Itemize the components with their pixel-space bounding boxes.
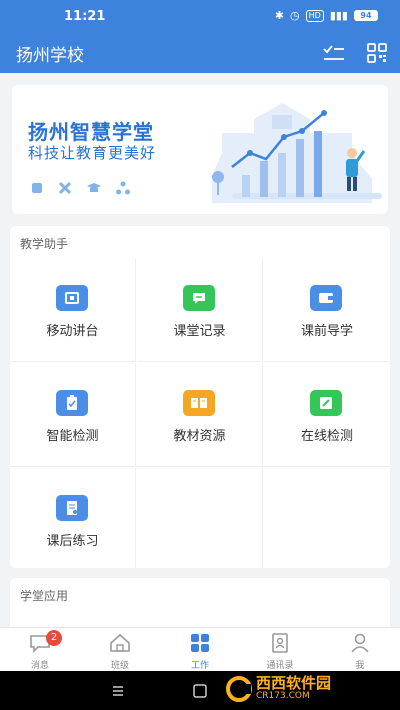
- status-time: 11:21: [64, 9, 106, 24]
- grid-item-label: 课堂记录: [173, 324, 226, 339]
- banner-icons: [30, 181, 130, 195]
- scan-button[interactable]: [365, 41, 389, 65]
- status-bar: 11:21 ✱ ◷ HD ▮▮▮ 94: [0, 0, 400, 33]
- menu-icon: [113, 686, 123, 696]
- wallet-icon: [310, 285, 342, 311]
- tab-label: 消息: [30, 661, 49, 671]
- tab-label: 工作: [190, 661, 209, 671]
- grid-item-label: 移动讲台: [46, 324, 99, 339]
- board-icon: [56, 285, 88, 311]
- tab-me[interactable]: 我: [320, 628, 400, 672]
- book-icon: [183, 390, 215, 416]
- tools-icon: [58, 181, 72, 195]
- contacts-icon: [268, 632, 292, 654]
- grid-item-smart-test[interactable]: 智能检测: [10, 363, 136, 467]
- grid-item-mobile-podium[interactable]: 移动讲台: [10, 258, 136, 362]
- section-title: 学堂应用: [20, 589, 69, 603]
- banner-subtitle: 科技让教育更美好: [28, 144, 157, 162]
- tab-label: 我: [355, 661, 365, 671]
- section-title: 教学助手: [20, 237, 69, 251]
- grid-item-label: 教材资源: [173, 429, 226, 444]
- grid-item-label: 在线检测: [300, 429, 353, 444]
- alarm-icon: ◷: [290, 9, 300, 22]
- document-icon: [56, 495, 88, 521]
- tab-contacts[interactable]: 通讯录: [240, 628, 320, 672]
- tab-class[interactable]: 班级: [80, 628, 160, 672]
- banner-title: 扬州智慧学堂: [28, 120, 154, 144]
- home-square-icon: [193, 684, 207, 698]
- grid-item-label: 课前导学: [300, 324, 353, 339]
- system-nav-bar: 西西软件园 CR173.COM: [0, 671, 400, 710]
- tab-work[interactable]: 工作: [160, 628, 240, 672]
- unread-badge: 2: [46, 630, 62, 646]
- tab-label: 班级: [110, 661, 129, 671]
- bottom-tab-bar: 2 消息 班级 工作 通讯录 我: [0, 627, 400, 671]
- grid-icon: [188, 632, 212, 654]
- grid-item-textbook-resources[interactable]: 教材资源: [137, 363, 263, 467]
- graduation-cap-icon: [87, 183, 101, 192]
- page-title: 扬州学校: [16, 46, 84, 66]
- app-header: 扬州学校: [0, 33, 400, 73]
- home-button[interactable]: [189, 680, 211, 702]
- grid-item-label: 智能检测: [46, 429, 99, 444]
- hd-icon: HD: [305, 9, 324, 22]
- grid-item-class-record[interactable]: 课堂记录: [137, 258, 263, 362]
- bluetooth-icon: ✱: [274, 9, 285, 22]
- grid-item-homework[interactable]: 课后练习: [10, 468, 136, 568]
- grid-item-label: 课后练习: [46, 534, 99, 549]
- menu-button[interactable]: [107, 680, 129, 702]
- tab-messages[interactable]: 2 消息: [0, 628, 80, 672]
- grid-item-online-test[interactable]: 在线检测: [264, 363, 390, 467]
- signal-icon: ▮▮▮: [329, 9, 348, 22]
- puzzle-icon: [32, 183, 42, 193]
- watermark-brand: 西西软件园: [256, 674, 332, 693]
- qr-scan-icon: [367, 43, 387, 63]
- banner[interactable]: 扬州智慧学堂 科技让教育更美好: [12, 85, 388, 214]
- teaching-assistant-card: 教学助手 移动讲台 课堂记录 课前导学 智能检测 教材资源 在线检测 课后练习: [10, 226, 390, 568]
- user-icon: [348, 632, 372, 654]
- network-icon: [116, 181, 130, 195]
- banner-illustration: [212, 103, 382, 203]
- grid-item-pre-class-guide[interactable]: 课前导学: [264, 258, 390, 362]
- grid-item-empty: [137, 468, 263, 568]
- checklist-button[interactable]: [322, 41, 346, 65]
- home-icon: [108, 632, 132, 654]
- watermark-domain: CR173.COM: [256, 691, 310, 702]
- battery-icon: 94: [354, 10, 378, 21]
- edit-icon: [310, 390, 342, 416]
- tab-label: 通讯录: [266, 661, 294, 671]
- watermark-logo: [226, 676, 252, 702]
- status-icons: ✱ ◷ HD ▮▮▮ 94: [275, 9, 378, 22]
- watermark: 西西软件园 CR173.COM: [226, 676, 331, 702]
- chat-icon: [183, 285, 215, 311]
- checklist-icon: [323, 45, 344, 60]
- clipboard-icon: [56, 390, 88, 416]
